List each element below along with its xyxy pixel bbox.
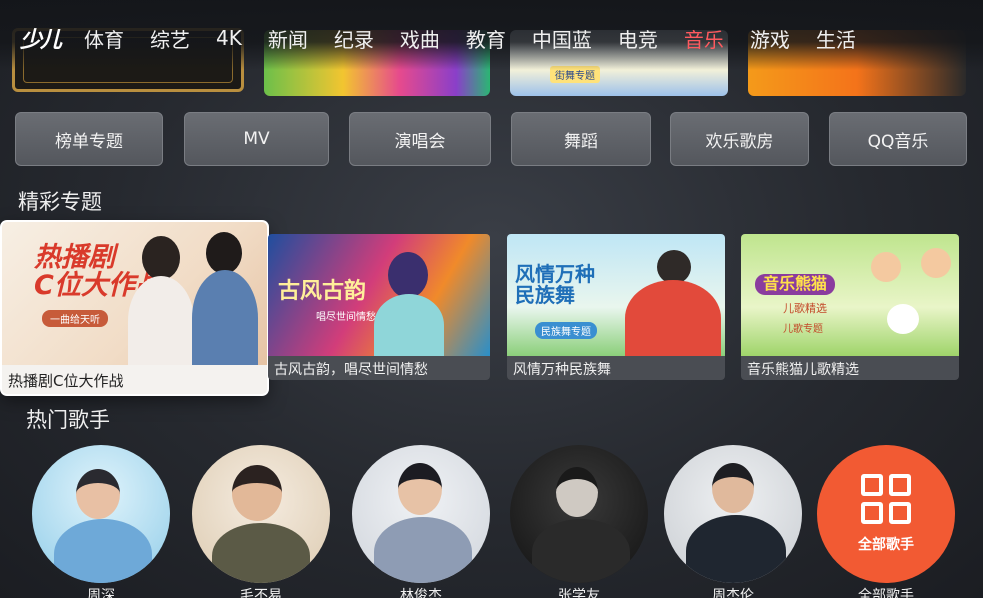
singer-zhou-shen[interactable]: 周深: [32, 445, 170, 598]
kids-logo[interactable]: 少儿: [20, 22, 62, 54]
card-caption: 古风古韵，唱尽世间情愁: [268, 356, 490, 380]
singer-name: 毛不易: [240, 588, 282, 598]
all-singers-button[interactable]: 全部歌手 全部歌手: [817, 445, 955, 598]
card-art-title: 古风古韵: [278, 279, 367, 304]
channel-nav: 少儿 体育 综艺 4K 新闻 纪录 戏曲 教育 中国蓝 电竞 音乐 游戏 生活: [0, 0, 983, 70]
category-mv-button[interactable]: MV: [184, 112, 329, 166]
actor-figure: [206, 232, 242, 274]
all-singers-caption: 全部歌手: [858, 588, 914, 598]
category-qq-music-button[interactable]: QQ音乐: [829, 112, 967, 166]
featured-card-drama[interactable]: 热播剧 C位大作战 一曲给天听 热播剧C位大作战: [2, 222, 267, 394]
nav-tab-variety[interactable]: 综艺: [150, 24, 190, 53]
singer-mao-buyi[interactable]: 毛不易: [192, 445, 330, 598]
nav-tab-sports[interactable]: 体育: [84, 24, 124, 53]
singer-avatar: [32, 445, 170, 583]
all-singers-label: 全部歌手: [858, 537, 914, 553]
nav-tab-news[interactable]: 新闻: [268, 24, 308, 53]
actress-figure: [142, 236, 180, 280]
nav-tab-4k[interactable]: 4K: [216, 26, 242, 50]
card-artwork: 热播剧 C位大作战 一曲给天听: [2, 222, 267, 365]
singer-lin-junjie[interactable]: 林俊杰: [352, 445, 490, 598]
grid-icon: [861, 474, 911, 524]
card-artwork: 古风古韵 唱尽世间情愁: [268, 234, 490, 356]
nav-tab-life[interactable]: 生活: [816, 24, 856, 53]
card-art-subtitle: 唱尽世间情愁: [316, 312, 376, 323]
nav-tab-games[interactable]: 游戏: [750, 24, 790, 53]
card-caption: 热播剧C位大作战: [2, 365, 267, 394]
card-art-title: 音乐熊猫: [755, 274, 836, 295]
category-charts-button[interactable]: 榜单专题: [15, 112, 163, 166]
nav-tab-documentary[interactable]: 纪录: [334, 24, 374, 53]
card-art-subtitle: 儿歌精选: [783, 302, 827, 315]
featured-card-panda-songs[interactable]: 音乐熊猫 儿歌精选 儿歌专题 音乐熊猫儿歌精选: [741, 234, 959, 380]
card-art-tag: 儿歌专题: [783, 324, 823, 335]
panda-figure: [887, 304, 919, 334]
singer-avatar: [664, 445, 802, 583]
card-artwork: 风情万种 民族舞 民族舞专题: [507, 234, 725, 356]
featured-card-ethnic-dance[interactable]: 风情万种 民族舞 民族舞专题 风情万种民族舞: [507, 234, 725, 380]
nav-tab-music[interactable]: 音乐: [684, 24, 724, 53]
all-singers-circle: 全部歌手: [817, 445, 955, 583]
singers-section-title: 热门歌手: [26, 408, 110, 432]
nav-tab-opera[interactable]: 戏曲: [400, 24, 440, 53]
singer-avatar: [192, 445, 330, 583]
singer-name: 周杰伦: [712, 588, 754, 598]
nav-tab-education[interactable]: 教育: [466, 24, 506, 53]
card-art-subtitle: 一曲给天听: [42, 310, 108, 327]
card-caption: 风情万种民族舞: [507, 356, 725, 380]
nav-tab-china-blue[interactable]: 中国蓝: [532, 24, 592, 53]
singer-avatar: [510, 445, 648, 583]
singer-row: 周深 毛不易 林俊杰 张学友 周杰伦 全部歌手 全部歌手: [0, 440, 983, 598]
featured-card-ancient-style[interactable]: 古风古韵 唱尽世间情愁 古风古韵，唱尽世间情愁: [268, 234, 490, 380]
card-art-subtitle: 民族舞专题: [535, 322, 597, 339]
card-caption: 音乐熊猫儿歌精选: [741, 356, 959, 380]
singer-name: 周深: [87, 588, 115, 598]
category-button-row: 榜单专题 MV 演唱会 舞蹈 欢乐歌房 QQ音乐: [15, 112, 970, 170]
card-art-title: 风情万种 民族舞: [515, 262, 595, 307]
featured-section-title: 精彩专题: [18, 190, 102, 214]
category-dance-button[interactable]: 舞蹈: [511, 112, 651, 166]
singer-name: 张学友: [558, 588, 600, 598]
category-karaoke-button[interactable]: 欢乐歌房: [670, 112, 809, 166]
singer-zhang-xueyou[interactable]: 张学友: [510, 445, 648, 598]
category-concert-button[interactable]: 演唱会: [349, 112, 491, 166]
featured-card-row: 热播剧 C位大作战 一曲给天听 热播剧C位大作战 古风古韵 唱尽世间情愁 古风古…: [0, 222, 983, 397]
nav-tab-esports[interactable]: 电竞: [618, 24, 658, 53]
singer-name: 林俊杰: [400, 588, 442, 598]
card-artwork: 音乐熊猫 儿歌精选 儿歌专题: [741, 234, 959, 356]
singer-avatar: [352, 445, 490, 583]
singer-zhou-jielun[interactable]: 周杰伦: [664, 445, 802, 598]
